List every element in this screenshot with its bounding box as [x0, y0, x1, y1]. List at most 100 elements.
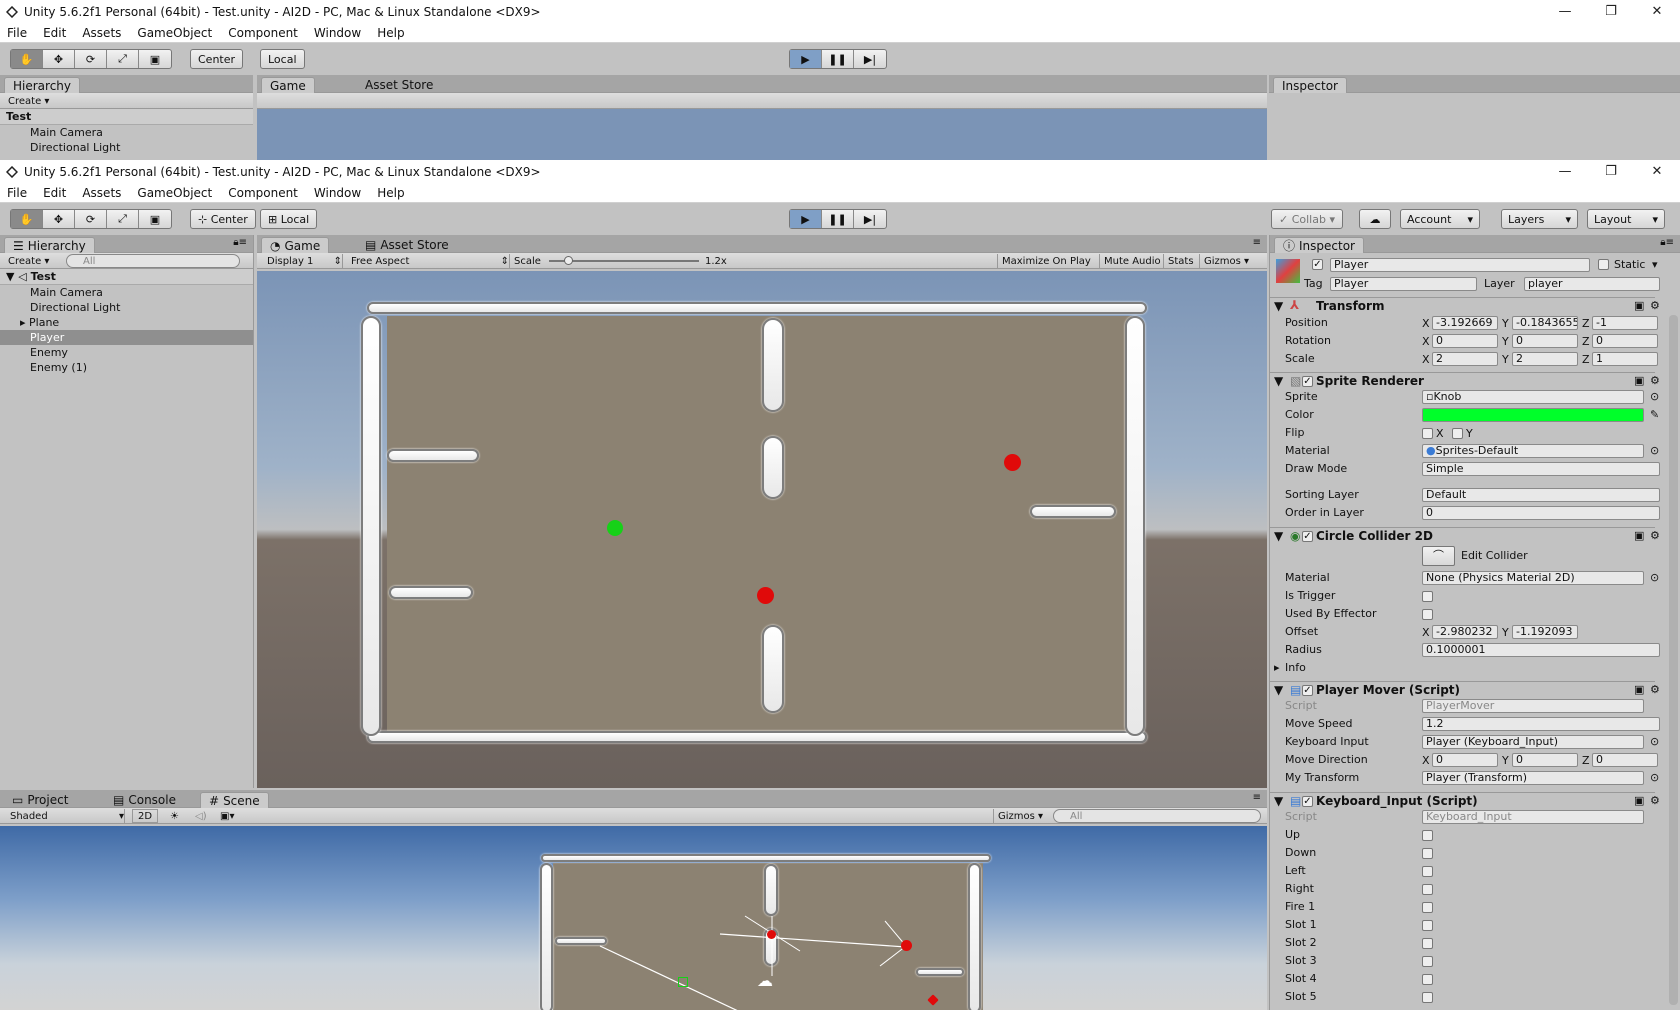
lock-icon[interactable]: 🔒︎≡: [233, 237, 247, 248]
rotation-y-input[interactable]: 0: [1512, 334, 1578, 348]
menu-window[interactable]: Window: [314, 26, 361, 40]
gizmos-dropdown[interactable]: Gizmos ▾: [1199, 254, 1253, 268]
layer-dropdown[interactable]: player: [1524, 277, 1660, 291]
gear-icon[interactable]: ⚙: [1650, 683, 1660, 696]
audio-icon[interactable]: ◁): [195, 809, 207, 823]
menu-assets[interactable]: Assets: [82, 26, 121, 40]
menu-assets[interactable]: Assets: [82, 186, 121, 200]
move-tool-icon[interactable]: ✥: [43, 210, 75, 228]
sprite-field[interactable]: ▫Knob: [1422, 390, 1644, 404]
sprite-renderer-header[interactable]: ▼ ▧ Sprite Renderer ▣ ⚙: [1270, 372, 1660, 389]
menu-file[interactable]: File: [7, 26, 27, 40]
key-checkbox[interactable]: [1422, 974, 1433, 985]
static-checkbox[interactable]: [1598, 259, 1609, 270]
key-checkbox[interactable]: [1422, 992, 1433, 1003]
keyboard-input-field[interactable]: Player (Keyboard_Input): [1422, 735, 1644, 749]
gear-icon[interactable]: ⚙: [1650, 374, 1660, 387]
step-icon[interactable]: ▶|: [854, 210, 886, 228]
help-icon[interactable]: ▣: [1634, 374, 1644, 387]
back-scene-root[interactable]: Test: [0, 109, 253, 125]
game-viewport[interactable]: [257, 271, 1267, 788]
restore-icon[interactable]: ❐: [1588, 4, 1634, 19]
rotation-x-input[interactable]: 0: [1432, 334, 1498, 348]
play-icon[interactable]: ▶: [790, 50, 822, 68]
display-dropdown[interactable]: Display 1 ⇕: [257, 254, 343, 268]
aspect-dropdown[interactable]: Free Aspect ⇕: [345, 254, 510, 268]
active-checkbox[interactable]: [1312, 259, 1323, 270]
move-direction-x-input[interactable]: 0: [1432, 753, 1498, 767]
key-checkbox[interactable]: [1422, 902, 1433, 913]
scale-y-input[interactable]: 2: [1512, 352, 1578, 366]
tag-dropdown[interactable]: Player: [1330, 277, 1477, 291]
position-z-input[interactable]: -1: [1592, 316, 1658, 330]
play-icon[interactable]: ▶: [790, 210, 822, 228]
maximize-on-play-toggle[interactable]: Maximize On Play: [997, 254, 1095, 268]
help-icon[interactable]: ▣: [1634, 529, 1644, 542]
object-picker-icon[interactable]: ⊙: [1650, 771, 1659, 784]
scene-gizmos-dropdown[interactable]: Gizmos ▾: [993, 809, 1047, 823]
panel-menu-icon[interactable]: ≡: [1253, 237, 1261, 248]
gear-icon[interactable]: ⚙: [1650, 299, 1660, 312]
help-icon[interactable]: ▣: [1634, 299, 1644, 312]
menu-component[interactable]: Component: [228, 186, 298, 200]
key-checkbox[interactable]: [1422, 848, 1433, 859]
back-hier-item[interactable]: Directional Light: [0, 140, 253, 155]
position-x-input[interactable]: -3.192669: [1432, 316, 1498, 330]
scale-slider[interactable]: [549, 254, 699, 268]
transform-header[interactable]: ▼ ⅄ Transform ▣ ⚙: [1270, 297, 1660, 314]
minimize-icon[interactable]: —: [1542, 4, 1588, 19]
flip-y-checkbox[interactable]: [1452, 428, 1463, 439]
scene-root[interactable]: ▼ ◁ Test: [0, 269, 253, 285]
scale-x-input[interactable]: 2: [1432, 352, 1498, 366]
scale-tool-icon[interactable]: ⤢: [107, 210, 139, 228]
scale-z-input[interactable]: 1: [1592, 352, 1658, 366]
game-tab[interactable]: ◔ Game: [261, 237, 330, 253]
inspector-tab[interactable]: ⓘ Inspector: [1274, 237, 1364, 253]
pivot-local-button[interactable]: Local: [260, 49, 305, 69]
pivot-center-button[interactable]: ⊹ Center: [190, 209, 256, 229]
console-tab[interactable]: ▤ Console: [105, 792, 184, 808]
key-checkbox[interactable]: [1422, 938, 1433, 949]
menu-gameobject[interactable]: GameObject: [137, 186, 212, 200]
scene-viewport[interactable]: ☁: [0, 826, 1267, 1010]
collab-dropdown[interactable]: ✓ Collab ▾: [1271, 209, 1343, 229]
object-picker-icon[interactable]: ⊙: [1650, 390, 1659, 403]
back-create-dropdown[interactable]: Create ▾: [8, 94, 49, 108]
keyboard-input-header[interactable]: ▼ ▤ Keyboard_Input (Script) ▣ ⚙: [1270, 792, 1660, 809]
hand-tool-icon[interactable]: ✋: [11, 50, 43, 68]
hierarchy-item[interactable]: Enemy: [0, 345, 253, 360]
help-icon[interactable]: ▣: [1634, 794, 1644, 807]
lock-icon[interactable]: 🔒︎≡: [1660, 237, 1674, 248]
hierarchy-tab[interactable]: ☰ Hierarchy: [4, 237, 95, 253]
create-dropdown[interactable]: Create ▾: [8, 254, 49, 268]
scale-tool-icon[interactable]: ⤢: [107, 50, 139, 68]
lighting-icon[interactable]: ☀: [170, 809, 179, 823]
pause-icon[interactable]: ❚❚: [822, 50, 854, 68]
key-checkbox[interactable]: [1422, 884, 1433, 895]
minimize-icon[interactable]: —: [1542, 164, 1588, 179]
scene-search-input[interactable]: All: [1053, 809, 1261, 823]
hierarchy-item-selected[interactable]: Player: [0, 330, 253, 345]
key-checkbox[interactable]: [1422, 920, 1433, 931]
pivot-center-button[interactable]: Center: [190, 49, 244, 69]
menu-edit[interactable]: Edit: [43, 26, 66, 40]
hierarchy-item[interactable]: Main Camera: [0, 285, 253, 300]
rotate-tool-icon[interactable]: ⟳: [75, 50, 107, 68]
cloud-button[interactable]: ☁: [1359, 209, 1391, 229]
inspector-scrollbar[interactable]: [1669, 315, 1678, 1005]
project-tab[interactable]: ▭ Project: [4, 792, 76, 808]
help-icon[interactable]: ▣: [1634, 683, 1644, 696]
menu-window[interactable]: Window: [314, 186, 361, 200]
object-picker-icon[interactable]: ⊙: [1650, 571, 1659, 584]
menu-component[interactable]: Component: [228, 26, 298, 40]
layout-dropdown[interactable]: Layout ▾: [1587, 209, 1665, 229]
enabled-checkbox[interactable]: [1302, 685, 1313, 696]
shading-dropdown[interactable]: Shaded ▾: [0, 809, 125, 823]
position-y-input[interactable]: -0.1843655: [1512, 316, 1578, 330]
mute-audio-toggle[interactable]: Mute Audio: [1099, 254, 1165, 268]
eyedropper-icon[interactable]: ✎: [1650, 408, 1659, 421]
hierarchy-item-plane[interactable]: ▸ Plane: [0, 315, 253, 330]
menu-file[interactable]: File: [7, 186, 27, 200]
restore-icon[interactable]: ❐: [1588, 164, 1634, 179]
pause-icon[interactable]: ❚❚: [822, 210, 854, 228]
